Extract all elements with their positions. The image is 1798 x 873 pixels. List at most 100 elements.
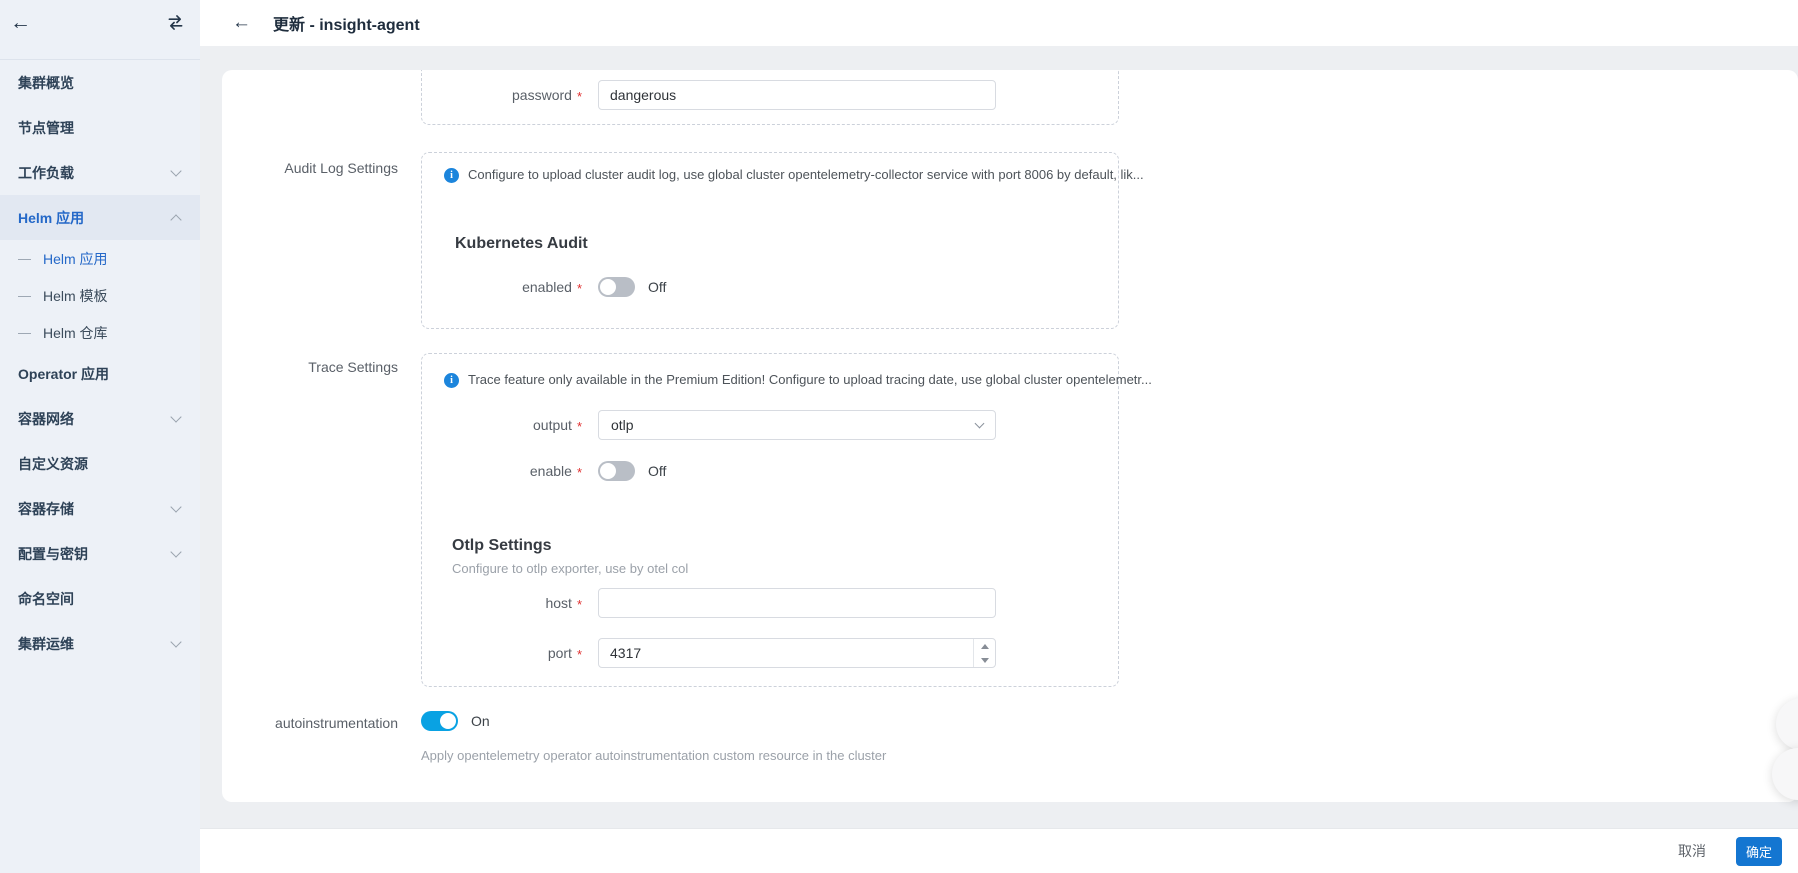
trace-info-row: i Trace feature only available in the Pr… [444,372,1152,388]
subitem-dash: — [18,325,31,340]
back-icon[interactable]: ← [232,12,251,34]
toggle-knob [600,463,616,479]
sidebar-item[interactable]: 容器存储 [0,486,200,531]
footer-bar: 取消 确定 [200,828,1798,873]
enable-row: enable * Off [422,461,666,481]
form-card: password * Audit Log Settings i Configur… [222,70,1798,802]
host-input[interactable] [598,588,996,618]
port-input-value: 4317 [599,645,973,661]
info-icon: i [444,373,459,388]
host-row: host * [422,588,996,618]
output-select[interactable]: otlp [598,410,996,440]
password-row: password * [422,80,996,110]
required-marker: * [577,597,582,612]
sidebar-item[interactable]: 节点管理 [0,105,200,150]
confirm-button[interactable]: 确定 [1736,837,1782,866]
info-icon: i [444,168,459,183]
sidebar-item-label: Helm 模板 [43,286,108,306]
sidebar-item-label: 配置与密钥 [18,544,88,564]
sidebar-item[interactable]: 集群运维 [0,621,200,666]
sidebar-back-icon[interactable]: ← [10,11,31,35]
port-row: port * 4317 [422,638,996,668]
chevron-down-icon [975,419,985,429]
trace-fieldset: i Trace feature only available in the Pr… [421,353,1119,687]
enabled-toggle-state: Off [648,279,666,295]
main-content: password * Audit Log Settings i Configur… [200,46,1798,828]
enabled-toggle[interactable] [598,277,635,297]
sidebar-item[interactable]: 容器网络 [0,396,200,441]
sidebar-header: ← [0,0,200,60]
password-input[interactable] [598,80,996,110]
page-title: 更新 - insight-agent [273,11,420,35]
enable-toggle-state: Off [648,463,666,479]
required-marker: * [577,281,582,296]
sidebar-item[interactable]: Helm 应用 [0,195,200,240]
sidebar-item-label: 容器存储 [18,499,74,519]
chevron-down-icon [170,411,181,422]
sidebar-item-label: Helm 应用 [43,249,108,269]
output-label: output [533,417,572,433]
toggle-knob [600,279,616,295]
sidebar-item[interactable]: 工作负载 [0,150,200,195]
port-label: port [548,645,572,661]
sidebar-item-label: 自定义资源 [18,454,88,474]
sidebar-menu: 集群概览节点管理工作负载 Helm 应用 — Helm 应用 — Helm 模板 — Helm… [0,60,200,666]
sidebar-item-label: 命名空间 [18,589,74,609]
sidebar-item[interactable]: Operator 应用 [0,351,200,396]
cancel-button[interactable]: 取消 [1678,841,1706,861]
stepper-down-icon[interactable] [974,653,995,667]
chevron-down-icon [170,636,181,647]
sidebar-subitem[interactable]: — Helm 模板 [0,277,200,314]
sidebar-item-label: 工作负载 [18,163,74,183]
required-marker: * [577,419,582,434]
output-row: output * otlp [422,410,996,440]
required-marker: * [577,465,582,480]
sidebar-item[interactable]: 集群概览 [0,60,200,105]
output-select-value: otlp [611,417,634,433]
autoinstrumentation-toggle-state: On [471,713,490,729]
sidebar-item-label: Helm 应用 [18,208,84,228]
toggle-knob [440,713,456,729]
page-header: ← 更新 - insight-agent [200,0,1798,46]
kubernetes-audit-title: Kubernetes Audit [455,235,588,253]
stepper-up-icon[interactable] [974,639,995,653]
autoinstrumentation-toggle[interactable] [421,711,458,731]
sidebar-subitem[interactable]: — Helm 应用 [0,240,200,277]
subitem-dash: — [18,251,31,266]
password-fieldset: password * [421,70,1119,125]
sidebar-item[interactable]: 自定义资源 [0,441,200,486]
password-label: password [512,87,572,103]
autoinstrumentation-row: On [421,711,490,731]
chevron-down-icon [170,501,181,512]
sidebar-item-label: 集群概览 [18,73,74,93]
sidebar-item-label: 容器网络 [18,409,74,429]
chevron-up-icon [170,214,181,225]
required-marker: * [577,89,582,104]
audit-info-row: i Configure to upload cluster audit log,… [444,167,1144,183]
number-stepper [973,639,995,667]
sidebar: ← 集群概览节点管理工作负载 Helm 应用 — Helm 应用 — Helm 模板 — He… [0,0,200,873]
sidebar-item[interactable]: 命名空间 [0,576,200,621]
audit-fieldset: i Configure to upload cluster audit log,… [421,152,1119,329]
port-input[interactable]: 4317 [598,638,996,668]
enable-toggle[interactable] [598,461,635,481]
subitem-dash: — [18,288,31,303]
enabled-label: enabled [522,279,572,295]
chevron-down-icon [170,546,181,557]
sidebar-item[interactable]: 配置与密钥 [0,531,200,576]
sidebar-item-label: Operator 应用 [18,364,109,384]
trace-section-label: Trace Settings [222,359,398,375]
host-label: host [545,595,571,611]
sidebar-subitem[interactable]: — Helm 仓库 [0,314,200,351]
otlp-settings-title: Otlp Settings [452,537,552,555]
trace-info-text: Trace feature only available in the Prem… [468,372,1152,387]
switch-cluster-icon[interactable] [166,14,185,36]
audit-info-text: Configure to upload cluster audit log, u… [468,167,1144,182]
sidebar-item-label: Helm 仓库 [43,323,108,343]
required-marker: * [577,647,582,662]
enabled-row: enabled * Off [422,277,666,297]
audit-section-label: Audit Log Settings [222,160,398,176]
chevron-down-icon [170,165,181,176]
autoinstrumentation-description: Apply opentelemetry operator autoinstrum… [421,748,886,763]
autoinstrumentation-label: autoinstrumentation [222,715,398,731]
